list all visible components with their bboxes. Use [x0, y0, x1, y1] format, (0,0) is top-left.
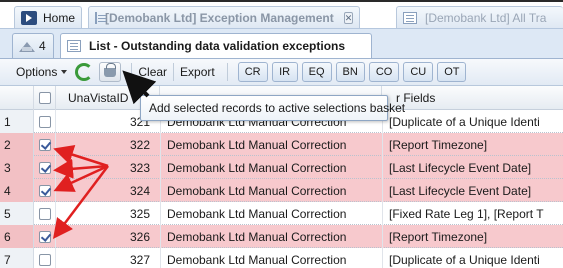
row-number: 5 [0, 202, 34, 225]
list-icon [67, 40, 81, 52]
add-to-basket-button[interactable] [99, 62, 122, 82]
filter-button-co[interactable]: CO [368, 62, 400, 82]
name-cell: Demobank Ltd Manual Correction [160, 156, 382, 179]
row-number: 4 [0, 179, 34, 202]
row-number: 3 [0, 156, 34, 179]
row-checkbox[interactable] [38, 207, 51, 220]
error-fields-cell: [Last Lifecycle Event Date] [382, 179, 563, 202]
filter-button-ot[interactable]: OT [437, 62, 467, 82]
filter-button-bn[interactable]: BN [335, 62, 365, 82]
error-fields-cell: [Report Timezone] [382, 133, 563, 156]
row-checkbox[interactable] [38, 115, 51, 128]
row-checkbox[interactable] [38, 184, 51, 197]
name-cell: Demobank Ltd Manual Correction [160, 202, 382, 225]
export-button[interactable]: Export [180, 65, 215, 79]
row-checkbox[interactable] [38, 161, 51, 174]
toolbar-separator [131, 63, 133, 81]
clear-button[interactable]: Clear [138, 65, 167, 79]
tab-exception-management-label: [Demobank Ltd] Exception Management [105, 10, 334, 25]
close-icon[interactable]: ✕ [343, 11, 354, 24]
unavista-id-cell: 327 [129, 252, 150, 267]
basket-icon [104, 62, 117, 77]
filter-button-cu[interactable]: CU [403, 62, 434, 82]
unavista-id-cell: 326 [129, 229, 150, 244]
header-error-fields[interactable]: r Fields [382, 86, 563, 110]
main-tab-bar: Home [Demobank Ltd] Exception Management… [0, 0, 563, 28]
name-cell: Demobank Ltd Manual Correction [160, 133, 382, 156]
unavista-id-cell: 323 [129, 160, 150, 175]
table-row[interactable]: 3 323 Demobank Ltd Manual Correction [Last … [0, 156, 563, 179]
name-cell: Demobank Ltd Manual Correction [160, 225, 382, 248]
unavista-id-cell: 324 [129, 183, 150, 198]
error-fields-cell: [Duplicate of a Unique Identi [382, 110, 563, 133]
sub-tab-bar: 4 List - Outstanding data validation exc… [0, 28, 563, 58]
options-menu[interactable]: Options [16, 65, 68, 79]
filter-button-ir[interactable]: IR [271, 62, 298, 82]
row-number: 1 [0, 110, 34, 133]
row-number: 7 [0, 248, 34, 268]
asset-class-filter-group: CR IR EQ BN CO CU OT [237, 62, 471, 82]
error-fields-cell: [Fixed Rate Leg 1], [Report T [382, 202, 563, 225]
error-fields-cell: [Report Timezone] [382, 225, 563, 248]
row-select-cell[interactable] [34, 202, 56, 225]
tab-all-trades[interactable]: [Demobank Ltd] All Tra [396, 6, 563, 28]
toolbar: Options Clear Export CR IR EQ BN CO CU OT [0, 58, 563, 86]
chevron-down-icon [61, 70, 68, 74]
select-all-checkbox[interactable] [38, 92, 51, 104]
table-row[interactable]: 2 322 Demobank Ltd Manual Correction [Repor… [0, 133, 563, 156]
row-select-cell[interactable] [34, 179, 56, 202]
error-fields-cell: [Last Lifecycle Event Date] [382, 156, 563, 179]
row-number: 2 [0, 133, 34, 156]
table-row[interactable]: 7 327 Demobank Ltd Manual Correction [Dupli… [0, 248, 563, 268]
warning-icon [19, 40, 35, 52]
home-icon [21, 10, 37, 25]
list-icon [95, 11, 106, 24]
tab-count[interactable]: 4 [12, 33, 54, 58]
unavista-id-cell: 322 [129, 137, 150, 152]
row-select-cell[interactable] [34, 133, 56, 156]
tab-home-label: Home [42, 10, 75, 25]
table-row[interactable]: 6 326 Demobank Ltd Manual Correction [Repor… [0, 225, 563, 248]
toolbar-separator [226, 63, 228, 81]
row-checkbox[interactable] [38, 138, 51, 151]
row-checkbox[interactable] [38, 253, 51, 266]
name-cell: Demobank Ltd Manual Correction [160, 179, 382, 202]
toolbar-separator [173, 63, 175, 81]
header-select-all[interactable] [34, 86, 56, 110]
row-select-cell[interactable] [34, 156, 56, 179]
filter-button-eq[interactable]: EQ [301, 62, 332, 82]
options-label: Options [16, 65, 58, 79]
row-select-cell[interactable] [34, 110, 56, 133]
tab-home[interactable]: Home [14, 6, 82, 28]
name-cell: Demobank Ltd Manual Correction [160, 248, 382, 268]
list-icon [403, 11, 417, 24]
row-select-cell[interactable] [34, 225, 56, 248]
row-checkbox[interactable] [38, 230, 51, 243]
row-number: 6 [0, 225, 34, 248]
tab-exception-management[interactable]: [Demobank Ltd] Exception Management ✕ [88, 6, 360, 28]
tab-outstanding-exceptions[interactable]: List - Outstanding data validation excep… [60, 33, 372, 58]
header-row-number [0, 86, 34, 110]
unavista-id-cell: 325 [129, 206, 150, 221]
table-row[interactable]: 4 324 Demobank Ltd Manual Correction [Last … [0, 179, 563, 202]
table-row[interactable]: 5 325 Demobank Ltd Manual Correction [Fixed… [0, 202, 563, 225]
error-fields-cell: [Duplicate of a Unique Identi [382, 248, 563, 268]
row-select-cell[interactable] [34, 248, 56, 268]
basket-tooltip: Add selected records to active selection… [140, 95, 405, 121]
tab-all-trades-label: [Demobank Ltd] All Tra [425, 10, 547, 25]
tab-count-label: 4 [39, 39, 46, 53]
filter-button-cr[interactable]: CR [237, 62, 268, 82]
tab-outstanding-exceptions-label: List - Outstanding data validation excep… [89, 39, 346, 53]
refresh-icon[interactable] [75, 63, 94, 81]
